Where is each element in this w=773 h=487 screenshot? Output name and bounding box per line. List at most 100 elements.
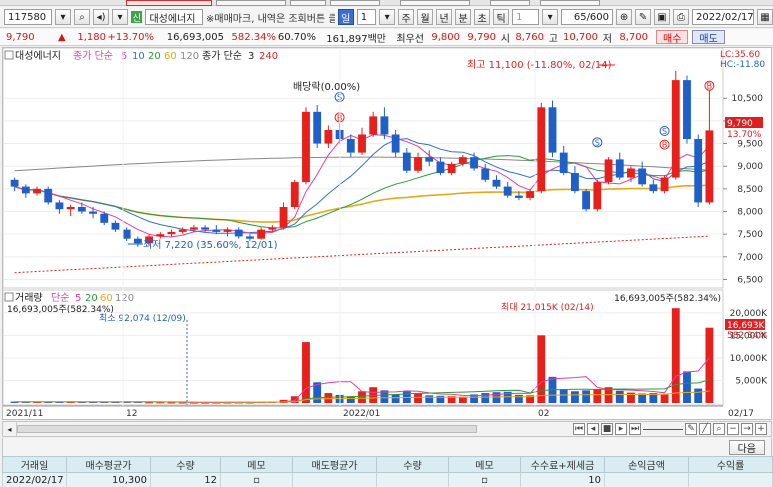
period-month-button[interactable]: 월 (417, 9, 434, 25)
period-sec-button[interactable]: 초 (474, 9, 491, 25)
period-year-label: 년 (439, 13, 449, 25)
prev-icon[interactable]: ◂ (587, 423, 599, 435)
candle-body (402, 152, 411, 171)
tool-icon[interactable]: ✎ (635, 9, 652, 25)
date-input[interactable]: 2022/02/17 (692, 9, 755, 25)
volume-tag-value: 16,693K (727, 321, 765, 331)
scroll-left-icon[interactable]: ◂ (3, 422, 17, 436)
high-price: 10,700 (563, 31, 598, 43)
col-sell-avg[interactable]: 매도평균가 (292, 456, 377, 473)
period-week-button[interactable]: 주 (398, 9, 415, 25)
chart-scrollbar[interactable]: ◂ ⏮ ◂ ■ ▸ ⏭ ✎ ╱ ⌕ − → + (2, 421, 772, 437)
candle-body (100, 213, 109, 223)
top-tab[interactable] (400, 0, 470, 6)
reset-icon[interactable]: → (741, 423, 753, 435)
tick-dropdown-icon[interactable]: ▾ (542, 9, 559, 25)
candle-body (694, 139, 703, 203)
legend-ma20: 20 (148, 51, 161, 62)
period-min-button[interactable]: 분 (455, 9, 472, 25)
top-tab[interactable] (290, 0, 326, 6)
col-buy-qty[interactable]: 수량 (150, 456, 221, 473)
draw-tool-icon[interactable]: ✎ (685, 423, 697, 435)
trade-amount: 161,897백만 (326, 33, 386, 45)
search-icon[interactable]: ⌕ (74, 9, 91, 25)
code-input[interactable]: 117580 (4, 9, 53, 25)
last-icon[interactable]: ⏭ (629, 423, 641, 435)
col-sell-memo[interactable]: 메모 (448, 456, 521, 473)
toolbar: 117580 ▾ ⌕ ◂) ▾ 신 대성에너지 ※매매마크, 내역은 조회버튼 … (0, 7, 773, 28)
memo-icon[interactable]: ▫ (481, 475, 488, 486)
price-tag-value: 9,790 (727, 119, 753, 129)
volume-tick-label: 10,000K (730, 354, 768, 364)
candle-body (582, 191, 591, 210)
top-strip (0, 0, 773, 6)
volume-bar (324, 393, 333, 403)
legend-ma2-title: 종가 단순 (202, 50, 242, 62)
code-dropdown-icon[interactable]: ▾ (55, 9, 72, 25)
period-month-label: 월 (420, 13, 430, 25)
col-sell-qty[interactable]: 수량 (376, 456, 449, 473)
next-button[interactable]: 다음 (728, 439, 765, 455)
legend-stock: 대성에너지 (15, 50, 61, 62)
tick-num-input[interactable]: 1 (512, 9, 540, 25)
dropdown-icon[interactable]: ▾ (112, 9, 129, 25)
table-header: 거래일 매수평균가 수량 메모 매도평균가 수량 메모 수수료+제세금 손익금액… (2, 456, 773, 473)
trade-marker-label: S (595, 138, 600, 147)
calendar-icon[interactable]: ▦ (757, 9, 773, 25)
cell-buy-qty: 12 (150, 472, 221, 487)
legend-vol-ma5: 5 (75, 293, 81, 304)
sell-button[interactable]: 매도 (692, 30, 725, 45)
stock-name-field[interactable]: 대성에너지 (145, 9, 204, 25)
period-year-button[interactable]: 년 (436, 9, 453, 25)
table-row[interactable]: 2022/02/17 10,300 12 ▫ ▫ 10 (2, 472, 773, 487)
volume-bar (671, 308, 680, 403)
cell-sell-memo[interactable]: ▫ (448, 472, 521, 487)
top-tab[interactable] (490, 0, 530, 6)
candle-body (514, 195, 523, 198)
col-fee[interactable]: 수수료+제세금 (520, 456, 605, 473)
zoom-in-icon[interactable]: + (755, 423, 767, 435)
sound-icon[interactable]: ◂) (93, 9, 110, 25)
volume-bar (537, 335, 546, 403)
save-icon[interactable]: ▣ (654, 9, 671, 25)
volume-tag-pct: 582.34% (727, 331, 767, 341)
first-icon[interactable]: ⏮ (573, 423, 585, 435)
chart-area[interactable]: 10,50010,0009,5009,0008,5008,0007,5007,0… (2, 47, 772, 420)
top-tab-active[interactable] (126, 0, 212, 6)
play-icon[interactable]: ▸ (615, 423, 627, 435)
x-axis-label: 12 (126, 409, 137, 419)
top-tab[interactable] (216, 0, 286, 6)
zoom-out-icon[interactable]: − (727, 423, 739, 435)
top-tab[interactable] (330, 0, 380, 6)
col-buy-avg[interactable]: 매수평균가 (66, 456, 151, 473)
zoom-tool-icon[interactable]: ⌕ (713, 423, 725, 435)
buy-button[interactable]: 매수 (656, 30, 689, 45)
count-input[interactable]: 65/600 (561, 9, 614, 25)
col-pnl[interactable]: 손익금액 (604, 456, 689, 473)
line-tool-icon[interactable]: ╱ (699, 423, 711, 435)
cell-sell-qty (376, 472, 449, 487)
legend-ma240: 240 (259, 51, 278, 62)
scroll-thumb[interactable] (17, 425, 477, 433)
period-num-dropdown-icon[interactable]: ▾ (379, 9, 396, 25)
price-chart[interactable]: 10,50010,0009,5009,0008,5008,0007,5007,0… (3, 48, 771, 419)
candle-body (44, 188, 53, 203)
period-tick-button[interactable]: 틱 (493, 9, 510, 25)
scroll-track[interactable] (17, 423, 573, 435)
stop-icon[interactable]: ■ (601, 423, 613, 435)
zoom-slider-icon[interactable] (643, 428, 683, 430)
print-icon[interactable]: ⎙ (673, 9, 690, 25)
period-day-button[interactable]: 일 (337, 9, 354, 25)
candle-body (77, 206, 86, 212)
zoom-icon[interactable]: ⊕ (616, 9, 633, 25)
memo-icon[interactable]: ▫ (253, 475, 260, 486)
col-trade-date[interactable]: 거래일 (2, 456, 67, 473)
candle-body (425, 157, 434, 162)
top-tab[interactable] (540, 0, 600, 6)
period-num-input[interactable]: 1 (356, 9, 377, 25)
volume-bar (593, 389, 602, 403)
cell-buy-memo[interactable]: ▫ (220, 472, 293, 487)
candle-body (223, 229, 232, 232)
col-return[interactable]: 수익률 (688, 456, 773, 473)
col-buy-memo[interactable]: 메모 (220, 456, 293, 473)
